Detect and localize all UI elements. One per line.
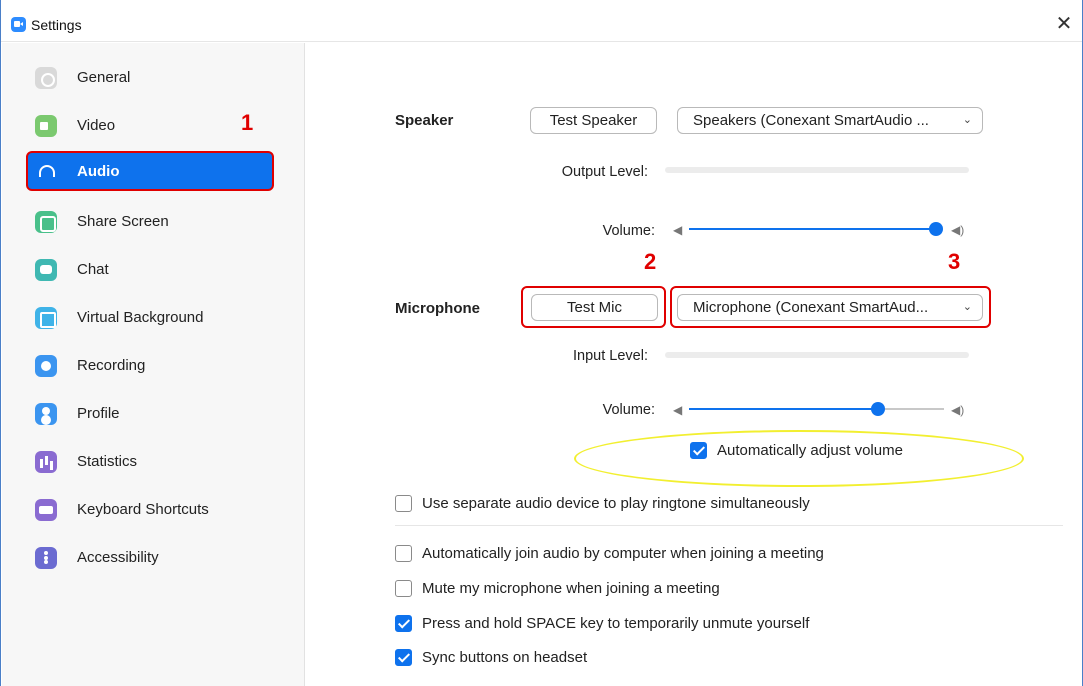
speaker-device-select[interactable]: Speakers (Conexant SmartAudio ... ⌄ xyxy=(677,107,983,134)
headphones-icon xyxy=(35,161,57,183)
output-level-meter xyxy=(665,167,969,173)
sidebar-item-chat[interactable]: Chat xyxy=(26,249,274,289)
audio-settings-panel: Speaker Test Speaker Speakers (Conexant … xyxy=(306,43,1082,686)
option-auto-join-audio[interactable]: Automatically join audio by computer whe… xyxy=(395,544,875,564)
microphone-volume-slider[interactable] xyxy=(689,402,944,416)
sidebar-item-statistics[interactable]: Statistics xyxy=(26,441,274,481)
option-label: Press and hold SPACE key to temporarily … xyxy=(422,615,810,632)
speaker-volume-label: Volume: xyxy=(602,223,655,239)
section-divider xyxy=(395,525,1063,526)
sidebar-item-audio[interactable]: Audio xyxy=(26,151,274,191)
volume-high-icon: ◀) xyxy=(951,403,965,417)
option-space-to-unmute[interactable]: Press and hold SPACE key to temporarily … xyxy=(395,614,875,634)
gear-icon xyxy=(35,67,57,89)
chevron-down-icon: ⌄ xyxy=(962,114,972,126)
sidebar-item-profile[interactable]: Profile xyxy=(26,393,274,433)
zoom-app-icon xyxy=(11,17,26,32)
auto-join-audio-checkbox[interactable] xyxy=(395,545,412,562)
window-title: Settings xyxy=(31,17,82,33)
profile-icon xyxy=(35,403,57,425)
share-screen-icon xyxy=(35,211,57,233)
chat-bubble-icon xyxy=(35,259,57,281)
option-label: Sync buttons on headset xyxy=(422,649,588,666)
mute-mic-on-join-checkbox[interactable] xyxy=(395,580,412,597)
option-label: Automatically join audio by computer whe… xyxy=(422,545,824,562)
sync-headset-buttons-checkbox[interactable] xyxy=(395,649,412,666)
input-level-meter xyxy=(665,352,969,358)
virtual-background-icon xyxy=(35,307,57,329)
chevron-down-icon: ⌄ xyxy=(962,301,972,313)
microphone-device-value: Microphone (Conexant SmartAud... xyxy=(693,299,929,316)
microphone-section-label: Microphone xyxy=(395,300,480,317)
microphone-device-select[interactable]: Microphone (Conexant SmartAud... ⌄ xyxy=(677,294,983,321)
sidebar-item-label: Audio xyxy=(77,163,120,180)
sidebar-item-label: Accessibility xyxy=(77,549,159,566)
sidebar-item-label: General xyxy=(77,69,131,86)
title-bar: Settings ✕ xyxy=(1,0,1082,42)
option-separate-ringtone-device[interactable]: Use separate audio device to play ringto… xyxy=(395,494,875,514)
statistics-icon xyxy=(35,451,57,473)
annotation-number-3: 3 xyxy=(948,249,961,274)
sidebar-item-label: Recording xyxy=(77,357,146,374)
test-mic-button[interactable]: Test Mic xyxy=(531,294,658,321)
volume-low-icon: ◀ xyxy=(673,223,683,237)
auto-adjust-volume-label: Automatically adjust volume xyxy=(717,442,903,459)
auto-adjust-volume-checkbox[interactable] xyxy=(690,442,707,459)
microphone-volume-label: Volume: xyxy=(602,402,655,418)
speaker-volume-slider[interactable] xyxy=(689,222,943,236)
sidebar-item-label: Chat xyxy=(77,261,109,278)
sidebar-item-label: Profile xyxy=(77,405,120,422)
annotation-number-1: 1 xyxy=(241,110,254,135)
slider-knob[interactable] xyxy=(929,222,943,236)
slider-fill xyxy=(689,228,936,230)
space-to-unmute-checkbox[interactable] xyxy=(395,615,412,632)
sidebar-item-accessibility[interactable]: Accessibility xyxy=(26,537,274,577)
sidebar-item-label: Statistics xyxy=(77,453,138,470)
slider-knob[interactable] xyxy=(870,402,885,416)
volume-high-icon: ◀) xyxy=(951,223,965,237)
sidebar-item-share-screen[interactable]: Share Screen xyxy=(26,201,274,241)
sidebar-item-keyboard-shortcuts[interactable]: Keyboard Shortcuts xyxy=(26,489,274,529)
accessibility-icon xyxy=(35,547,57,569)
settings-window: Settings ✕ General Video Audio Share Scr… xyxy=(0,0,1083,686)
output-level-label: Output Level: xyxy=(561,164,648,180)
option-label: Mute my microphone when joining a meetin… xyxy=(422,580,720,597)
sidebar-item-general[interactable]: General xyxy=(26,57,274,97)
annotation-number-2: 2 xyxy=(644,249,657,274)
sidebar-item-recording[interactable]: Recording xyxy=(26,345,274,385)
slider-fill xyxy=(689,408,878,410)
option-label: Use separate audio device to play ringto… xyxy=(422,495,810,512)
sidebar-item-virtual-background[interactable]: Virtual Background xyxy=(26,297,274,337)
sidebar-item-label: Keyboard Shortcuts xyxy=(77,501,209,518)
keyboard-icon xyxy=(35,499,57,521)
option-mute-mic-on-join[interactable]: Mute my microphone when joining a meetin… xyxy=(395,579,875,599)
settings-sidebar: General Video Audio Share Screen Chat Vi… xyxy=(2,43,305,686)
record-icon xyxy=(35,355,57,377)
sidebar-item-label: Share Screen xyxy=(77,213,169,230)
speaker-device-value: Speakers (Conexant SmartAudio ... xyxy=(693,112,929,129)
input-level-label: Input Level: xyxy=(573,348,648,364)
speaker-section-label: Speaker xyxy=(395,112,454,129)
option-sync-headset-buttons[interactable]: Sync buttons on headset xyxy=(395,648,875,668)
video-camera-icon xyxy=(35,115,57,137)
sidebar-item-video[interactable]: Video xyxy=(26,105,274,145)
sidebar-item-label: Video xyxy=(77,117,116,134)
sidebar-item-label: Virtual Background xyxy=(77,309,204,326)
separate-ringtone-checkbox[interactable] xyxy=(395,495,412,512)
auto-adjust-volume-option[interactable]: Automatically adjust volume xyxy=(690,441,950,461)
test-speaker-button[interactable]: Test Speaker xyxy=(530,107,657,134)
volume-low-icon: ◀ xyxy=(673,403,683,417)
close-icon[interactable]: ✕ xyxy=(1052,12,1076,36)
